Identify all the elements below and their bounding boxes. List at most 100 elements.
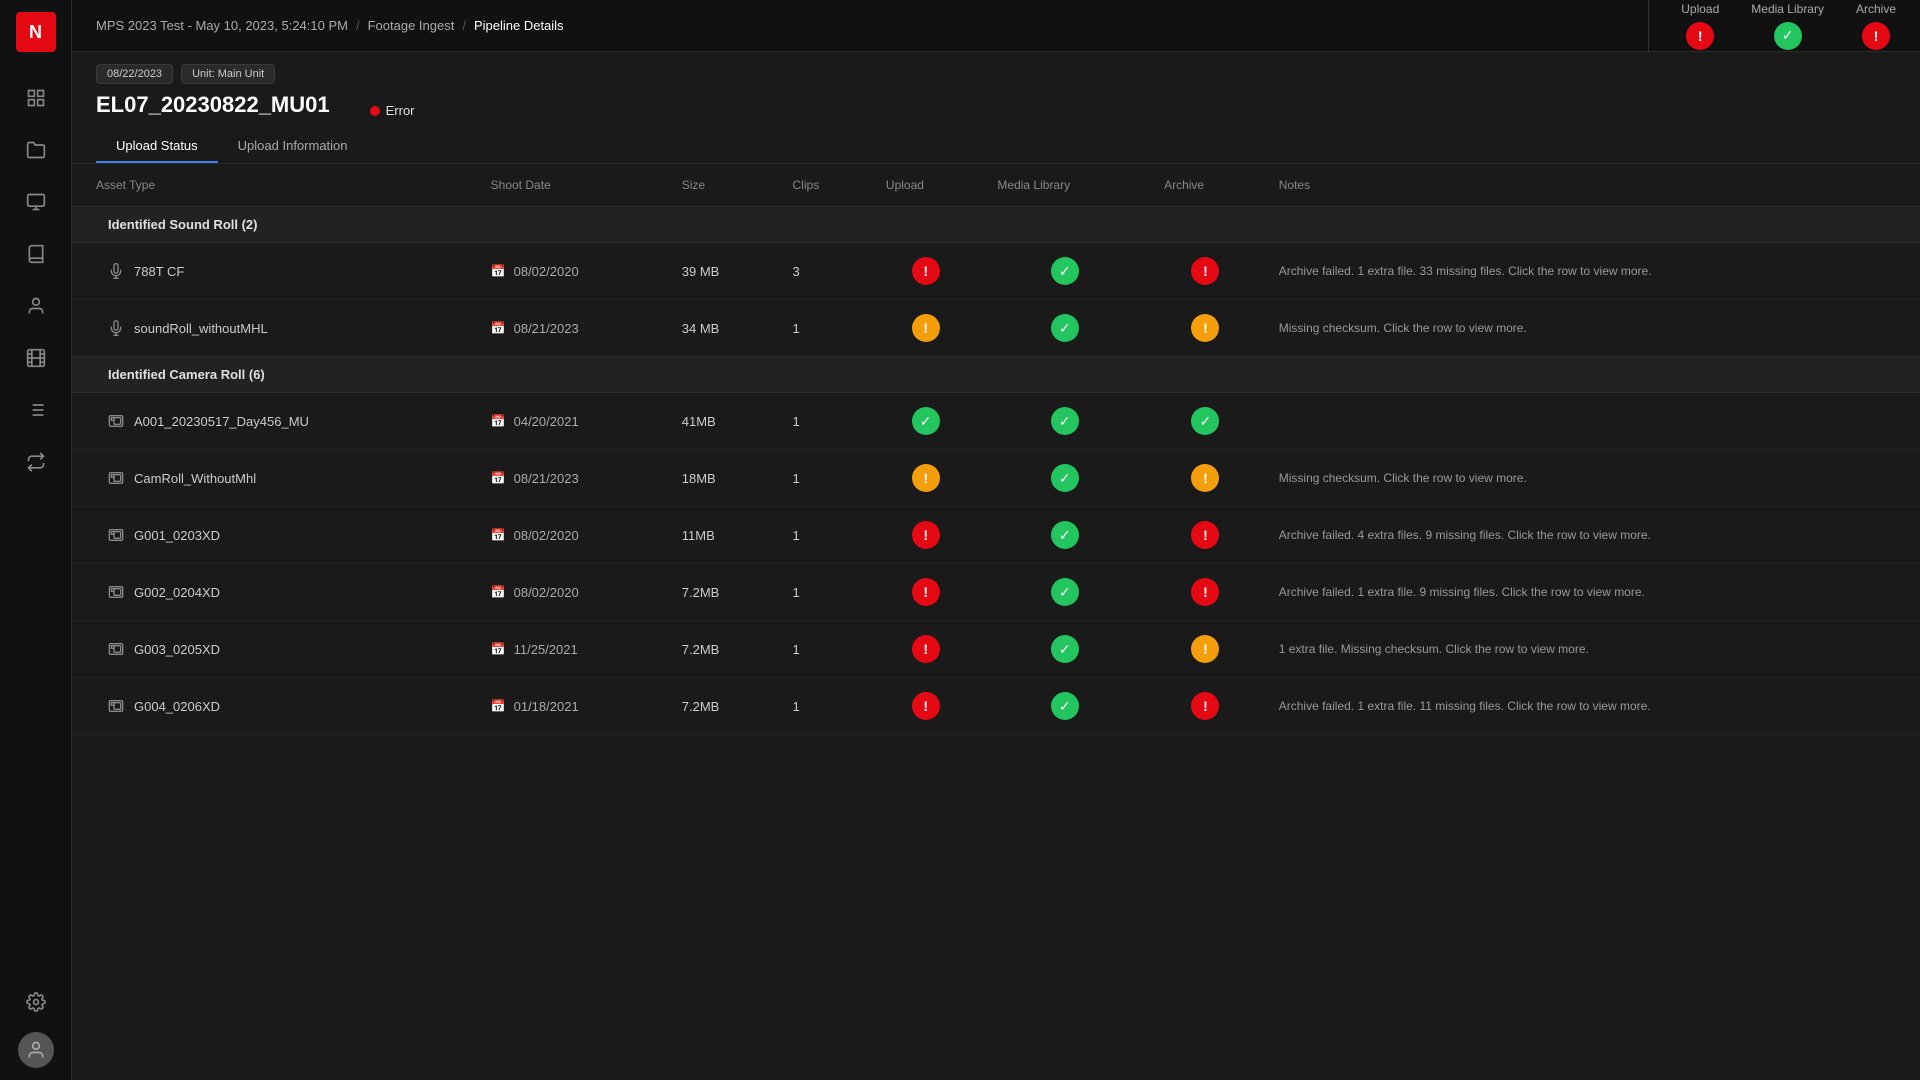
list-icon: [26, 400, 46, 420]
size-cell: 18MB: [666, 450, 777, 507]
sidebar-item-settings[interactable]: [14, 980, 58, 1024]
asset-type-icon: [108, 527, 124, 543]
upload-status-icons: !: [1686, 22, 1714, 50]
status-error-icon: !: [912, 521, 940, 549]
col-upload: Upload: [870, 164, 981, 207]
sidebar-item-dashboard[interactable]: [14, 76, 58, 120]
notes-cell: 1 extra file. Missing checksum. Click th…: [1263, 621, 1920, 678]
media-library-status-label: Media Library: [1751, 2, 1824, 16]
breadcrumb-sep-1: /: [356, 18, 360, 33]
asset-name: CamRoll_WithoutMhl: [134, 471, 256, 486]
archive-status-cell: !: [1148, 300, 1263, 357]
status-success-icon: ✓: [1051, 314, 1079, 342]
breadcrumb-item-1[interactable]: MPS 2023 Test - May 10, 2023, 5:24:10 PM: [96, 18, 348, 33]
main-content: MPS 2023 Test - May 10, 2023, 5:24:10 PM…: [72, 0, 1920, 1080]
asset-name: soundRoll_withoutMHL: [134, 321, 268, 336]
shoot-date: 01/18/2021: [514, 699, 579, 714]
shoot-date: 08/21/2023: [514, 471, 579, 486]
col-media-library: Media Library: [981, 164, 1148, 207]
table-header-row: Asset Type Shoot Date Size Clips Upload …: [72, 164, 1920, 207]
table-row[interactable]: 788T CF 📅 08/02/2020 39 MB 3 ! ✓ ! Archi…: [72, 243, 1920, 300]
subheader-top: 08/22/2023 Unit: Main Unit EL07_20230822…: [96, 64, 1896, 130]
asset-name: A001_20230517_Day456_MU: [134, 414, 309, 429]
clips-cell: 1: [777, 678, 870, 735]
media-library-status-cell: ✓: [981, 450, 1148, 507]
calendar-icon: 📅: [491, 414, 506, 428]
microphone-icon: [108, 263, 124, 279]
asset-name: G003_0205XD: [134, 642, 220, 657]
settings-icon: [26, 992, 46, 1012]
user-avatar[interactable]: [18, 1032, 54, 1068]
asset-name-cell: A001_20230517_Day456_MU: [72, 393, 475, 450]
status-error-icon: !: [912, 692, 940, 720]
status-success-icon: ✓: [1051, 692, 1079, 720]
archive-status-cell: !: [1148, 243, 1263, 300]
unit-tag: Unit: Main Unit: [181, 64, 275, 84]
notes-cell: [1263, 393, 1920, 450]
tabs: Upload Status Upload Information: [96, 130, 1896, 163]
tab-upload-information[interactable]: Upload Information: [218, 130, 368, 163]
clips-cell: 1: [777, 621, 870, 678]
camera-icon: [108, 584, 124, 600]
asset-type-icon: [108, 470, 124, 486]
camera-icon: [108, 413, 124, 429]
asset-name-cell: G002_0204XD: [72, 564, 475, 621]
upload-status-section: Upload !: [1681, 2, 1719, 50]
sidebar-item-folder[interactable]: [14, 128, 58, 172]
table-row[interactable]: G004_0206XD 📅 01/18/2021 7.2MB 1 ! ✓ ! A…: [72, 678, 1920, 735]
asset-table: Asset Type Shoot Date Size Clips Upload …: [72, 164, 1920, 735]
status-success-icon: ✓: [1051, 407, 1079, 435]
clips-cell: 1: [777, 564, 870, 621]
app-logo[interactable]: N: [16, 12, 56, 52]
upload-status-cell: !: [870, 564, 981, 621]
media-library-status-icons: ✓: [1774, 22, 1802, 50]
sidebar-item-monitor[interactable]: [14, 180, 58, 224]
folder-icon: [26, 140, 46, 160]
asset-name-cell: 788T CF: [72, 243, 475, 300]
status-success-icon: ✓: [912, 407, 940, 435]
user-check-icon: [26, 296, 46, 316]
asset-name-cell: G004_0206XD: [72, 678, 475, 735]
asset-type-icon: [108, 698, 124, 714]
asset-name: G001_0203XD: [134, 528, 220, 543]
media-library-status-cell: ✓: [981, 243, 1148, 300]
upload-status-cell: !: [870, 450, 981, 507]
sidebar-item-list[interactable]: [14, 388, 58, 432]
sidebar: N: [0, 0, 72, 1080]
table-row[interactable]: A001_20230517_Day456_MU 📅 04/20/2021 41M…: [72, 393, 1920, 450]
shoot-date-cell: 📅 01/18/2021: [475, 678, 666, 735]
table-row[interactable]: G003_0205XD 📅 11/25/2021 7.2MB 1 ! ✓ ! 1…: [72, 621, 1920, 678]
status-error-icon: !: [912, 257, 940, 285]
sidebar-nav: [14, 76, 58, 980]
table-row[interactable]: soundRoll_withoutMHL 📅 08/21/2023 34 MB …: [72, 300, 1920, 357]
sidebar-item-film[interactable]: [14, 336, 58, 380]
notes-cell: Archive failed. 1 extra file. 11 missing…: [1263, 678, 1920, 735]
media-library-status-cell: ✓: [981, 393, 1148, 450]
clips-cell: 1: [777, 450, 870, 507]
table-row[interactable]: CamRoll_WithoutMhl 📅 08/21/2023 18MB 1 !…: [72, 450, 1920, 507]
sidebar-item-users[interactable]: [14, 284, 58, 328]
upload-status-cell: !: [870, 678, 981, 735]
pipeline-status: Upload ! Media Library ✓ Archive !: [1648, 0, 1896, 56]
asset-name-cell: soundRoll_withoutMHL: [72, 300, 475, 357]
sidebar-item-transfer[interactable]: [14, 440, 58, 484]
archive-status-label: Archive: [1856, 2, 1896, 16]
asset-name-cell: G003_0205XD: [72, 621, 475, 678]
asset-type-icon: [108, 584, 124, 600]
col-shoot-date: Shoot Date: [475, 164, 666, 207]
shoot-date: 08/21/2023: [514, 321, 579, 336]
breadcrumb-item-2[interactable]: Footage Ingest: [368, 18, 455, 33]
sidebar-item-library[interactable]: [14, 232, 58, 276]
shoot-date-cell: 📅 11/25/2021: [475, 621, 666, 678]
asset-type-icon: [108, 320, 124, 336]
transfer-icon: [26, 452, 46, 472]
tab-upload-status[interactable]: Upload Status: [96, 130, 218, 163]
table-row[interactable]: G002_0204XD 📅 08/02/2020 7.2MB 1 ! ✓ ! A…: [72, 564, 1920, 621]
table-row[interactable]: G001_0203XD 📅 08/02/2020 11MB 1 ! ✓ ! Ar…: [72, 507, 1920, 564]
notes-cell: Archive failed. 4 extra files. 9 missing…: [1263, 507, 1920, 564]
breadcrumb-sep-2: /: [462, 18, 466, 33]
shoot-date-cell: 📅 08/02/2020: [475, 507, 666, 564]
upload-status-cell: !: [870, 300, 981, 357]
asset-name: G004_0206XD: [134, 699, 220, 714]
col-archive: Archive: [1148, 164, 1263, 207]
